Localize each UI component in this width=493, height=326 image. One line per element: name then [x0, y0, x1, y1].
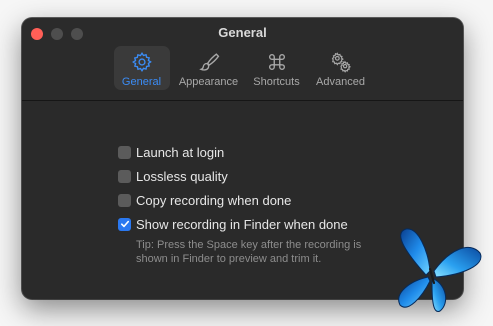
paintbrush-icon — [198, 51, 220, 73]
tab-appearance[interactable]: Appearance — [174, 46, 244, 90]
tab-general[interactable]: General — [113, 46, 170, 90]
show-in-finder-option[interactable]: Show recording in Finder when done — [118, 212, 376, 236]
tab-advanced-label: Advanced — [316, 76, 365, 88]
general-settings: Launch at login Lossless quality Copy re… — [118, 140, 376, 266]
window-title: General — [218, 25, 267, 40]
show-in-finder-label: Show recording in Finder when done — [136, 216, 348, 232]
gears-icon — [330, 51, 352, 73]
checkmark-icon — [120, 220, 129, 228]
titlebar: General General Appearance Shortcuts Adv… — [22, 18, 463, 101]
show-in-finder-checkbox[interactable] — [118, 217, 131, 231]
lossless-quality-label: Lossless quality — [136, 168, 228, 184]
tab-appearance-label: Appearance — [178, 76, 239, 88]
preferences-toolbar: General Appearance Shortcuts Advanced — [22, 46, 463, 90]
copy-recording-checkbox[interactable] — [118, 193, 131, 207]
tip-text: Tip: Press the Space key after the recor… — [136, 239, 362, 265]
butterfly-icon — [398, 228, 482, 312]
launch-at-login-label: Launch at login — [136, 144, 225, 160]
tab-shortcuts[interactable]: Shortcuts — [248, 46, 306, 90]
lossless-quality-checkbox[interactable] — [118, 169, 131, 183]
launch-at-login-checkbox[interactable] — [118, 145, 131, 159]
gear-icon — [131, 51, 153, 73]
tab-shortcuts-label: Shortcuts — [253, 76, 300, 88]
command-icon — [266, 51, 288, 73]
tab-general-label: General — [121, 76, 162, 88]
launch-at-login-option[interactable]: Launch at login — [118, 140, 376, 164]
copy-recording-option[interactable]: Copy recording when done — [118, 188, 376, 212]
copy-recording-label: Copy recording when done — [136, 192, 292, 208]
lossless-quality-option[interactable]: Lossless quality — [118, 164, 376, 188]
tab-advanced[interactable]: Advanced — [310, 46, 372, 90]
